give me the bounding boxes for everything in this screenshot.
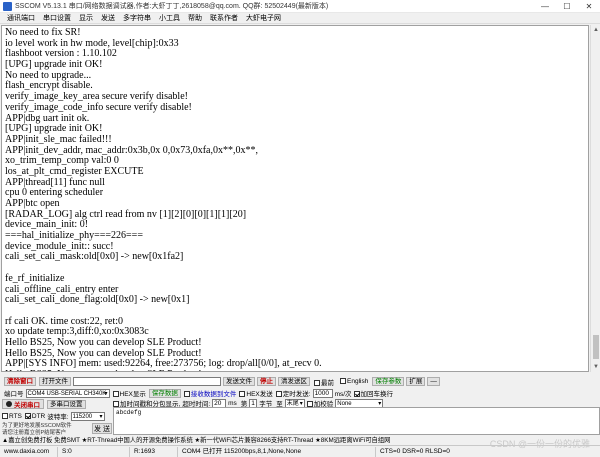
hex-send-label: HEX发送	[246, 391, 273, 398]
terminal-line: APP|init_sle_mac failed!!!	[5, 133, 112, 145]
menu-multi-string[interactable]: 多字符串	[119, 13, 155, 23]
terminal-line: [UPG] upgrade init OK!	[5, 59, 103, 71]
close-port-label: 关闭串口	[14, 402, 40, 409]
status-received: R:1693	[130, 446, 178, 457]
status-website[interactable]: www.daxia.com	[0, 446, 58, 457]
hex-display-label: HEX显示	[119, 391, 146, 398]
save-data-button[interactable]: 保存数据	[148, 388, 181, 398]
terminal-line: fe_rf_initialize	[5, 272, 65, 284]
hex-display-checkbox[interactable]: HEX显示	[112, 388, 146, 398]
scroll-thumb[interactable]	[593, 335, 599, 359]
dtr-label: DTR	[31, 412, 46, 420]
menu-website[interactable]: 大虾电子网	[242, 13, 285, 23]
terminal-line: [RADAR_LOG] alg ctrl read from nv [1][2]…	[5, 208, 247, 220]
receive-area[interactable]: No need to fix SR! io level work in hw mo…	[1, 25, 589, 372]
terminal-line: cali_set_cali_done_flag:old[0x0] -> new[…	[5, 294, 190, 306]
window-controls: — ☐ ✕	[534, 0, 600, 13]
rts-label: RTS	[9, 412, 22, 420]
menu-serial-settings[interactable]: 串口设置	[39, 13, 75, 23]
maximize-button[interactable]: ☐	[556, 0, 578, 13]
menu-display[interactable]: 显示	[75, 13, 97, 23]
topmost-checkbox[interactable]: 最前	[314, 377, 334, 387]
stop-button[interactable]: 停止	[257, 377, 276, 386]
baud-select[interactable]: 115200	[70, 411, 105, 421]
close-button[interactable]: ✕	[578, 0, 600, 13]
status-port-state: COM4 已打开 115200bps,8,1,None,None	[178, 446, 376, 457]
rts-checkbox[interactable]: RTS	[2, 413, 22, 420]
send-button[interactable]: 发 送	[92, 423, 112, 434]
add-enter-label: 加回车换行	[360, 391, 394, 398]
window-title: SSCOM V5.13.1 串口/网络数据调试器,作者:大虾丁丁,2618058…	[15, 3, 329, 10]
terminal-line: verify_image_code_info secure verify dis…	[5, 101, 192, 113]
collapse-button[interactable]: —	[427, 377, 440, 386]
menu-send[interactable]: 发送	[97, 13, 119, 23]
interval-input[interactable]: 1000	[312, 388, 333, 398]
timeout-unit: ms	[228, 399, 237, 407]
open-file-button[interactable]: 打开文件	[39, 377, 71, 386]
close-port-button[interactable]: 关闭串口	[2, 399, 44, 409]
port-status-led	[6, 401, 12, 407]
recv-to-file-checkbox[interactable]: 接收数据到文件	[183, 388, 237, 398]
topmost-label: 最前	[321, 379, 334, 387]
timed-send-checkbox[interactable]: 定时发送:	[275, 388, 311, 398]
menu-port[interactable]: 通讯端口	[3, 13, 39, 23]
english-checkbox[interactable]: English	[340, 378, 368, 385]
recv-to-file-label: 接收数据到文件	[190, 391, 237, 398]
send-file-button[interactable]: 发送文件	[223, 377, 255, 386]
menu-bar: 通讯端口 串口设置 显示 发送 多字符串 小工具 帮助 联系作者 大虾电子网	[0, 13, 600, 24]
banner-text: ▲嘉立创免费打板 免费SMT ★RT-Thread中国人的开源免费操作系统 ★新…	[2, 437, 391, 444]
app-icon	[3, 1, 12, 11]
menu-help[interactable]: 帮助	[184, 13, 206, 23]
timed-send-label: 定时发送:	[282, 391, 311, 398]
multi-port-button[interactable]: 多串口设置	[47, 399, 86, 409]
expand-button[interactable]: 扩展	[406, 377, 426, 386]
status-signals: CTS=0 DSR=0 RLSD=0	[380, 447, 450, 455]
menu-contact[interactable]: 联系作者	[206, 13, 242, 23]
file-path-input[interactable]	[73, 377, 221, 386]
status-sent: S:0	[58, 446, 130, 457]
scroll-up-icon[interactable]: ▲	[591, 25, 600, 35]
terminal-line: cpu 0 entering scheduler	[5, 187, 104, 199]
receive-scrollbar[interactable]: ▲ ▼	[590, 25, 600, 372]
save-params-button[interactable]: 保存参数	[372, 377, 405, 386]
send-input[interactable]: abcdefg	[113, 407, 600, 435]
english-label: English	[347, 378, 369, 385]
clear-send-button[interactable]: 清发送区	[278, 377, 310, 386]
dtr-checkbox[interactable]: DTR	[24, 412, 46, 420]
interval-unit: ms/次	[334, 391, 352, 398]
menu-tools[interactable]: 小工具	[155, 13, 184, 23]
terminal-line: cali_set_cali_mask:old[0x0] -> new[0x1fa…	[5, 251, 184, 263]
promo-line-1: 为了更好地发展SSCOM软件	[2, 423, 72, 429]
watermark: CSDN @一份一份的优雅	[489, 439, 590, 449]
baud-label: 波特率:	[47, 414, 69, 421]
scroll-down-icon[interactable]: ▼	[591, 362, 600, 372]
toolbar-row-1: 清除窗口 打开文件 发送文件 停止 清发送区 最前 English 保存参数 扩…	[0, 376, 600, 387]
hex-send-checkbox[interactable]: HEX发送	[239, 388, 273, 398]
clear-window-button[interactable]: 清除窗口	[4, 377, 36, 386]
terminal-line: Hello BS25, Now you can develop SLE Prod…	[5, 369, 585, 371]
add-enter-checkbox[interactable]: 加回车换行	[353, 388, 394, 398]
title-bar: SSCOM V5.13.1 串口/网络数据调试器,作者:大虾丁丁,2618058…	[0, 0, 600, 13]
minimize-button[interactable]: —	[534, 0, 556, 13]
